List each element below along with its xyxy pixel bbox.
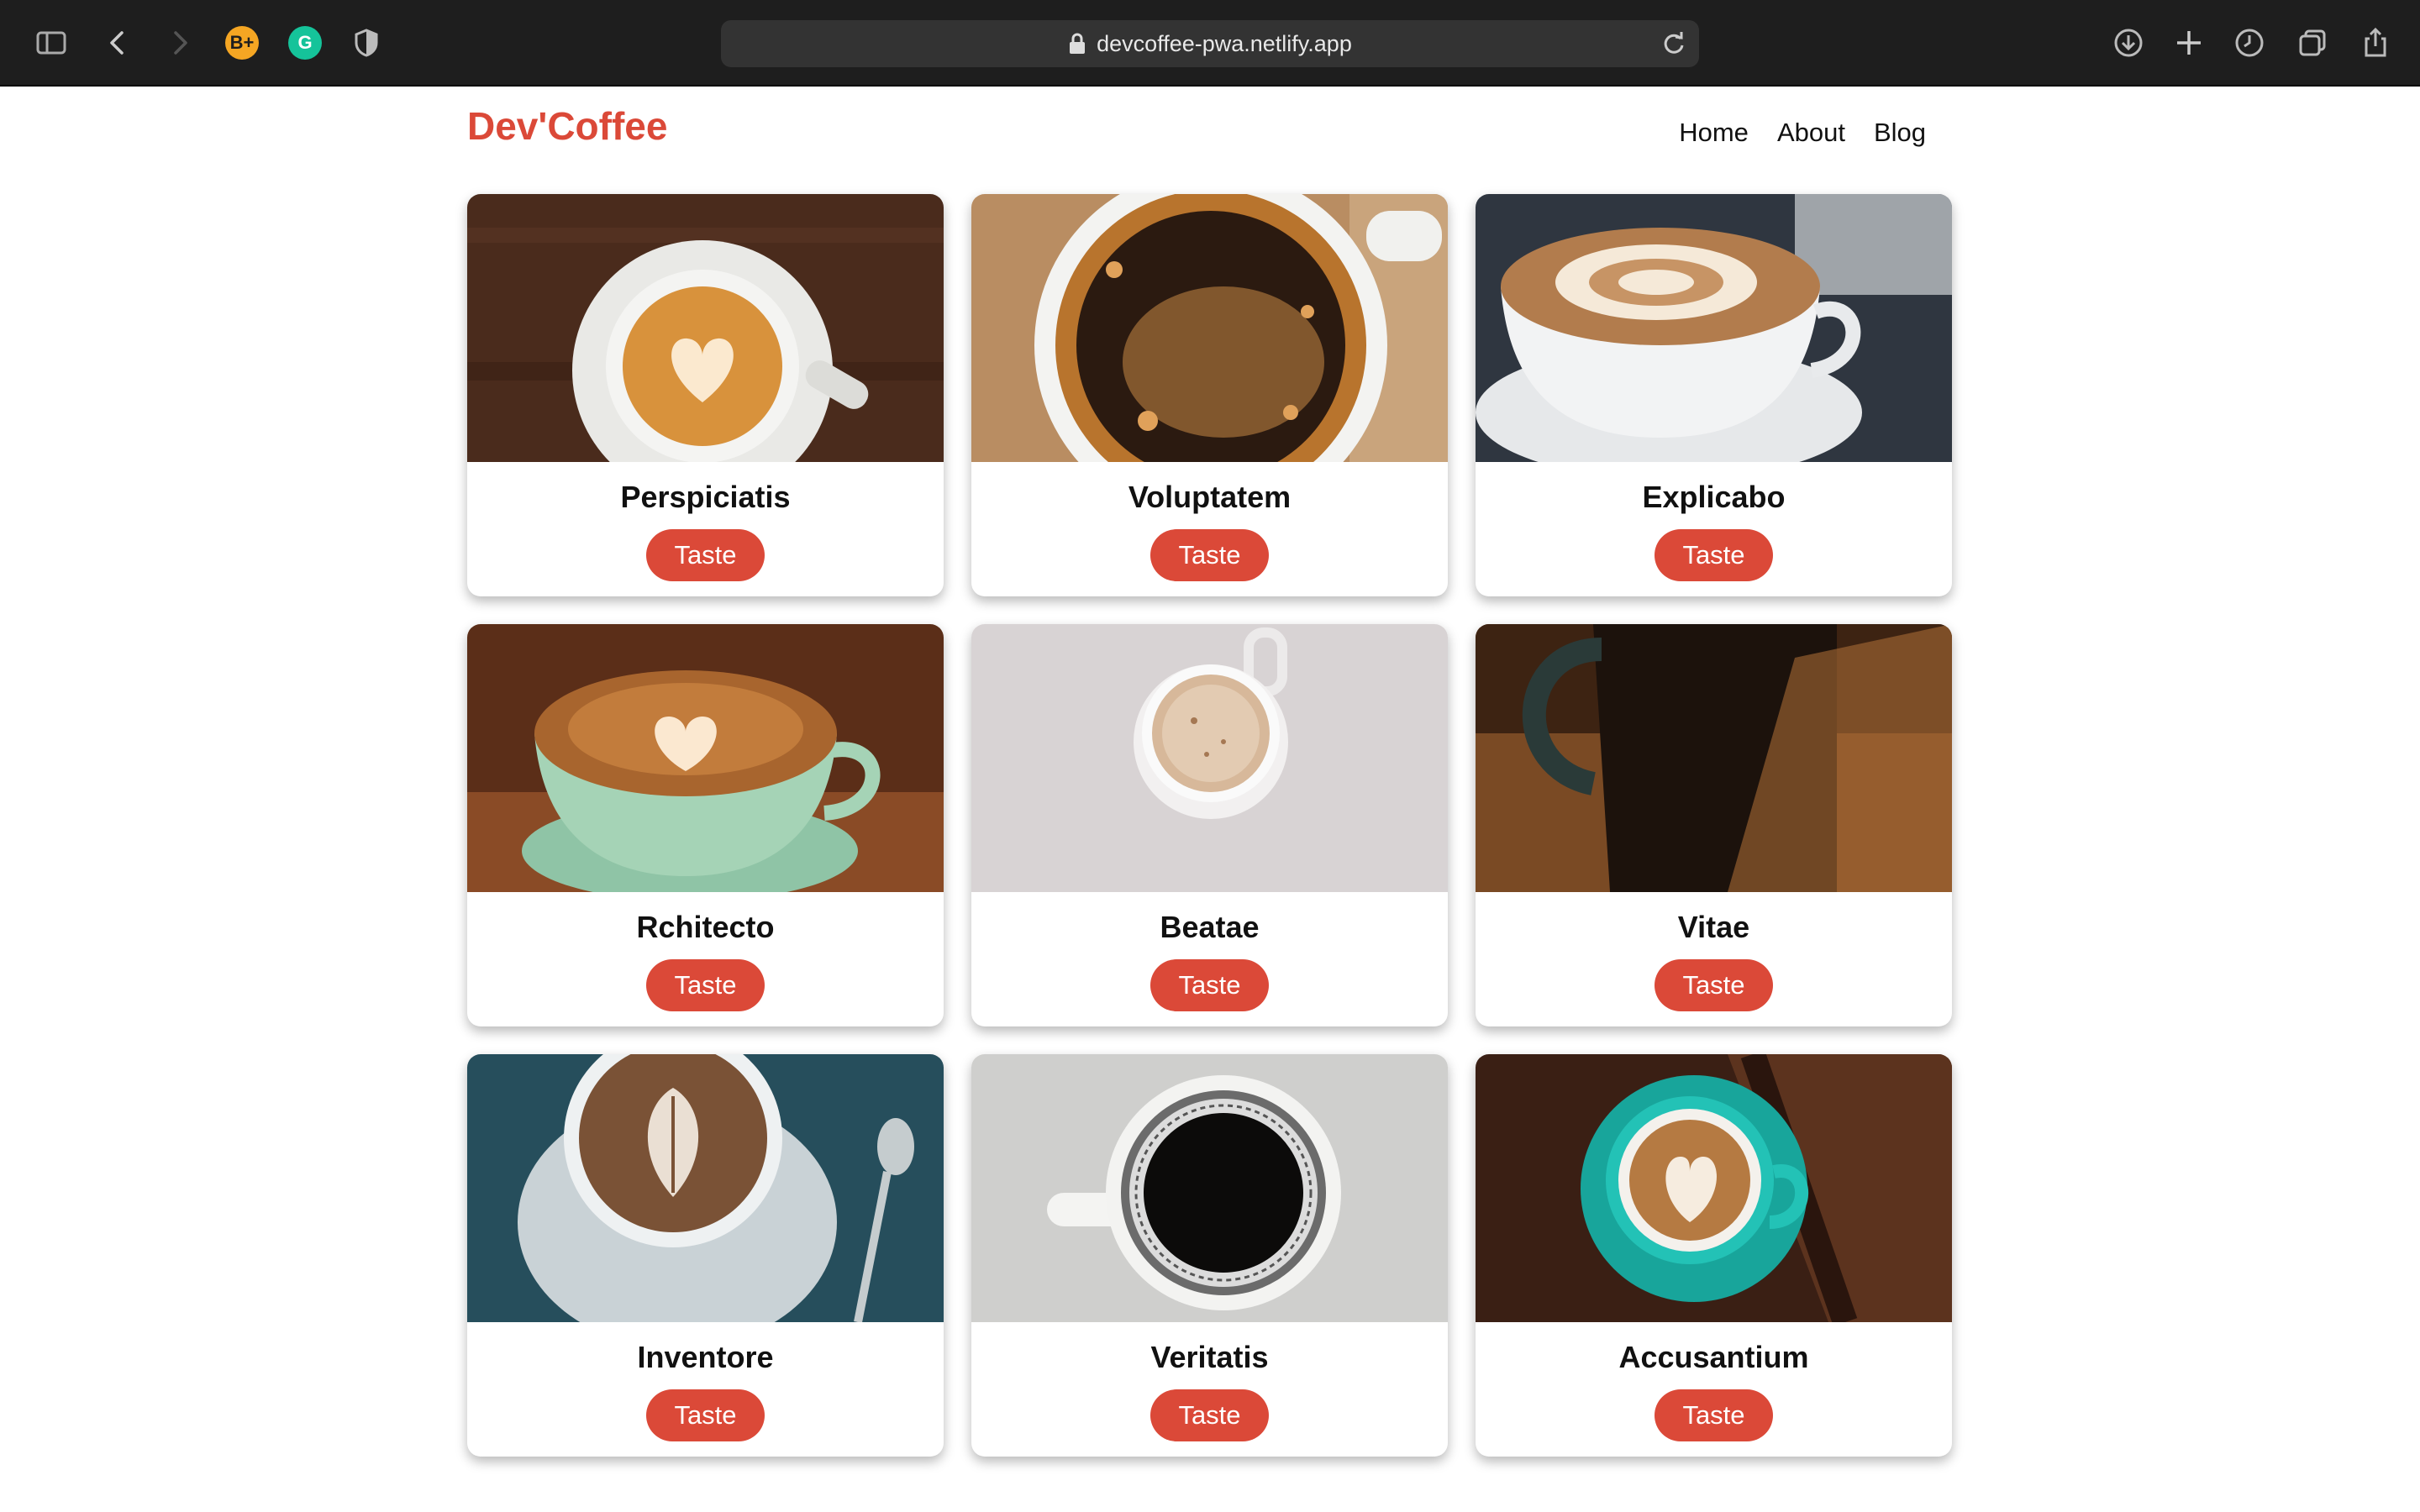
coffee-name: Explicabo — [1642, 480, 1786, 514]
coffee-card: Rchitecto Taste — [467, 624, 944, 1026]
taste-button[interactable]: Taste — [1150, 1389, 1269, 1441]
main-nav: Home About Blog — [1679, 118, 1926, 148]
lock-icon — [1070, 33, 1086, 54]
url-text: devcoffee-pwa.netlify.app — [1097, 30, 1352, 56]
coffee-card: Inventore Taste — [467, 1054, 944, 1457]
taste-button[interactable]: Taste — [646, 1389, 765, 1441]
coffee-card: Veritatis Taste — [971, 1054, 1448, 1457]
forward-icon[interactable] — [158, 22, 200, 64]
new-tab-icon[interactable] — [2168, 22, 2210, 64]
browser-toolbar: B+ G devcoffee-pwa.netlify.app — [0, 0, 2420, 87]
downloads-icon[interactable] — [2107, 22, 2149, 64]
nav-about[interactable]: About — [1777, 118, 1845, 148]
coffee-name: Inventore — [637, 1340, 774, 1374]
coffee-card: Vitae Taste — [1476, 624, 1952, 1026]
coffee-name: Voluptatem — [1128, 480, 1292, 514]
coffee-name: Perspiciatis — [620, 480, 791, 514]
grammarly-icon[interactable]: G — [288, 26, 322, 60]
coffee-photo — [971, 194, 1448, 462]
privacy-shield-icon[interactable] — [345, 22, 387, 64]
sidebar-toggle-icon[interactable] — [30, 22, 72, 64]
coffee-photo — [467, 1054, 944, 1322]
bplus-label: B+ — [229, 32, 255, 53]
taste-button[interactable]: Taste — [1655, 1389, 1773, 1441]
taste-button[interactable]: Taste — [1655, 529, 1773, 581]
coffee-card: Accusantium Taste — [1476, 1054, 1952, 1457]
back-icon[interactable] — [97, 22, 139, 64]
site-logo[interactable]: Dev'Coffee — [467, 103, 667, 149]
coffee-name: Veritatis — [1150, 1340, 1269, 1374]
reload-icon[interactable] — [1659, 29, 1689, 59]
coffee-photo — [1476, 1054, 1952, 1322]
coffee-name: Accusantium — [1618, 1340, 1809, 1374]
taste-button[interactable]: Taste — [1150, 529, 1269, 581]
address-bar[interactable]: devcoffee-pwa.netlify.app — [721, 20, 1699, 67]
coffee-photo — [1476, 194, 1952, 462]
taste-button[interactable]: Taste — [1655, 959, 1773, 1011]
coffee-card: Explicabo Taste — [1476, 194, 1952, 596]
coffee-grid: Perspiciatis Taste Voluptatem Taste Expl… — [467, 194, 1954, 1457]
taste-button[interactable]: Taste — [646, 959, 765, 1011]
coffee-photo — [971, 624, 1448, 892]
tab-overview-icon[interactable] — [2291, 22, 2333, 64]
coffee-photo — [467, 194, 944, 462]
taste-button[interactable]: Taste — [646, 529, 765, 581]
coffee-name: Rchitecto — [636, 910, 775, 944]
coffee-card: Perspiciatis Taste — [467, 194, 944, 596]
bplus-extension-icon[interactable]: B+ — [225, 26, 259, 60]
coffee-photo — [971, 1054, 1448, 1322]
coffee-photo — [1476, 624, 1952, 892]
history-icon[interactable] — [2228, 22, 2270, 64]
coffee-name: Vitae — [1677, 910, 1750, 944]
nav-blog[interactable]: Blog — [1874, 118, 1926, 148]
share-icon[interactable] — [2354, 22, 2396, 64]
nav-home[interactable]: Home — [1679, 118, 1749, 148]
coffee-name: Beatae — [1160, 910, 1260, 944]
coffee-photo — [467, 624, 944, 892]
coffee-card: Beatae Taste — [971, 624, 1448, 1026]
coffee-card: Voluptatem Taste — [971, 194, 1448, 596]
grammarly-label: G — [297, 32, 313, 53]
taste-button[interactable]: Taste — [1150, 959, 1269, 1011]
web-page: Dev'Coffee Home About Blog Perspiciatis — [0, 88, 2420, 1512]
